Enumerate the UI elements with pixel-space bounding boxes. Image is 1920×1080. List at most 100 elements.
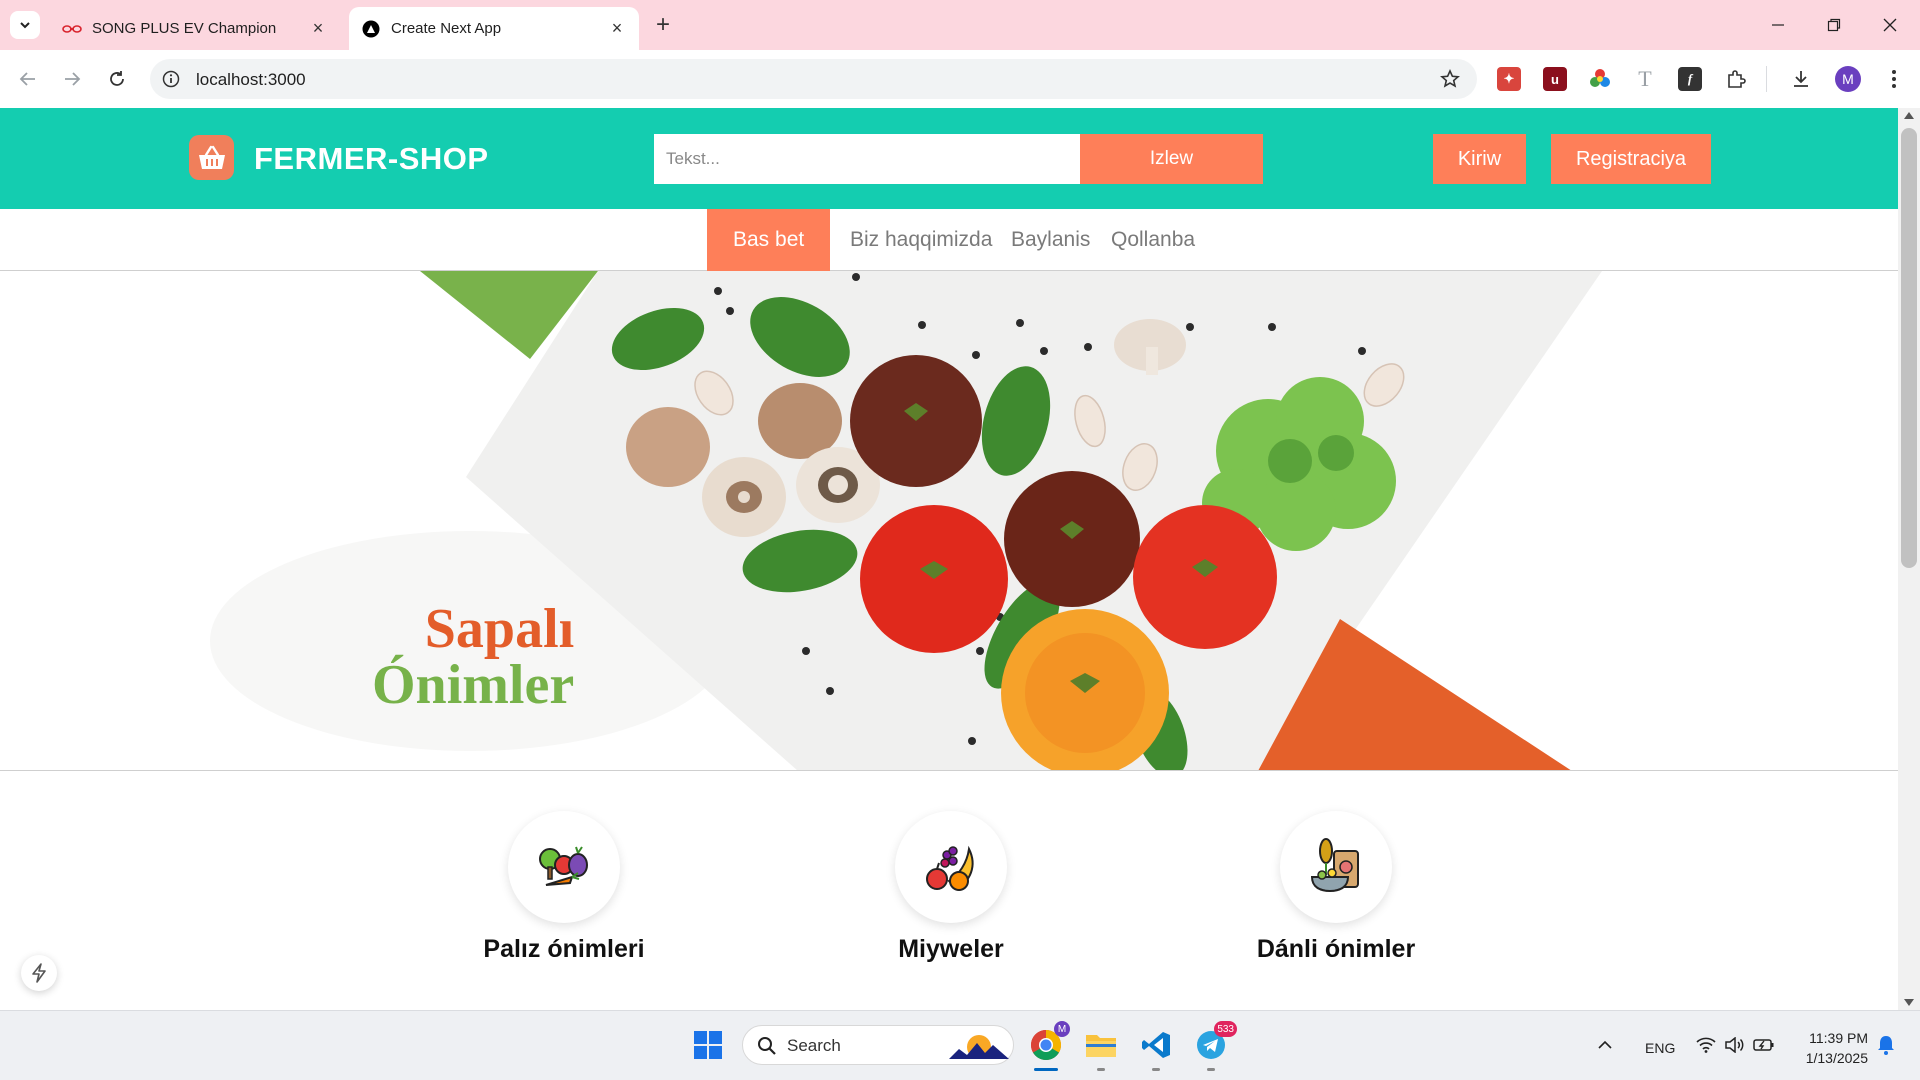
taskbar-search-label: Search [787,1036,841,1055]
search-icon [758,1037,776,1055]
telegram-unread-badge: 533 [1214,1021,1237,1037]
nextjs-dev-indicator[interactable] [21,955,57,991]
hero-title: Sapalı Ónimler [372,601,574,713]
tab-search-button[interactable] [10,11,40,39]
ublock-shield-icon[interactable]: u [1543,67,1567,91]
show-hidden-icons-button[interactable] [1590,1025,1620,1065]
running-app-indicator [1097,1068,1105,1071]
clock-date[interactable]: 1/13/2025 [1796,1050,1868,1066]
tab-title: SONG PLUS EV Champion [92,20,277,37]
wifi-icon[interactable] [1695,1025,1717,1065]
close-tab-icon[interactable]: × [308,18,328,39]
nav-home[interactable]: Bas bet [707,209,831,271]
restore-icon [1827,18,1841,32]
browser-tab-strip: SONG PLUS EV Champion × Create Next App … [0,0,1920,50]
bookmark-star-icon[interactable] [1439,68,1461,90]
chevron-down-icon [20,22,30,29]
hero-title-line1: Sapalı [424,598,575,660]
page-scrollbar[interactable] [1898,108,1920,1010]
vegetables-icon [539,846,588,886]
site-header: FERMER-SHOP Izlew Kiriw Registraciya [0,108,1898,209]
active-app-indicator [1034,1068,1058,1071]
site-info-icon[interactable] [160,68,182,90]
chevron-up-icon [1598,1040,1612,1049]
category-label: Palız ónimleri [483,935,645,963]
restore-button[interactable] [1806,8,1862,42]
url-text: localhost:3000 [196,70,306,89]
taskbar-vscode[interactable] [1136,1025,1176,1071]
category-label: Dánli ónimler [1256,935,1416,963]
category-fruits[interactable]: Miyweler [831,811,1071,964]
toolbar-divider [1766,66,1767,92]
language-indicator[interactable]: ENG [1645,1040,1675,1056]
scroll-down-arrow-icon[interactable] [1904,999,1914,1006]
text-extension-icon[interactable]: T [1633,66,1657,91]
weather-sunset-icon [949,1035,1009,1059]
category-vegetables[interactable]: Palız ónimleri [444,811,684,964]
running-app-indicator [1207,1068,1215,1071]
reload-button[interactable] [102,64,132,94]
tab-title: Create Next App [391,20,502,37]
close-tab-icon[interactable]: × [607,18,627,39]
running-app-indicator [1152,1068,1160,1071]
extension-puzzle-red-icon[interactable]: ✦ [1497,67,1521,91]
chrome-profile-badge: M [1054,1021,1070,1037]
login-button[interactable]: Kiriw [1433,134,1526,184]
menu-kebab-icon[interactable] [1882,67,1906,91]
search-input[interactable] [654,134,1080,184]
grains-icon [1310,838,1359,893]
download-icon[interactable] [1789,67,1813,91]
category-label: Miyweler [898,935,1004,963]
nav-guide[interactable]: Qollanba [1111,209,1195,271]
profile-avatar[interactable]: M [1835,66,1861,92]
search-button[interactable]: Izlew [1080,134,1263,184]
byd-logo-icon [62,19,82,39]
new-tab-button[interactable]: + [650,11,676,38]
nav-contact[interactable]: Baylanis [1011,209,1090,271]
page-viewport: FERMER-SHOP Izlew Kiriw Registraciya Bas… [0,108,1898,1010]
minimize-icon [1772,24,1784,26]
site-logo-text[interactable]: FERMER-SHOP [254,141,489,177]
extensions-puzzle-icon[interactable] [1724,67,1748,91]
hero-title-line2: Ónimler [372,654,575,716]
tab-create-next-app[interactable]: Create Next App × [349,7,639,50]
close-icon [1883,18,1897,32]
hero-banner: Sapalı Ónimler [0,271,1898,771]
main-nav: Bas bet Biz haqqimizda Baylanis Qollanba [0,209,1898,271]
taskbar-search[interactable]: Search [742,1025,1014,1065]
scroll-up-arrow-icon[interactable] [1904,112,1914,119]
font-finder-icon[interactable]: f [1678,67,1702,91]
address-bar[interactable]: localhost:3000 [150,59,1477,99]
nav-about[interactable]: Biz haqqimizda [850,209,992,271]
taskbar-chrome[interactable]: M [1026,1021,1070,1071]
fruits-icon [926,845,974,891]
taskbar-file-explorer[interactable] [1081,1025,1121,1071]
taskbar-telegram[interactable]: 533 [1191,1021,1237,1071]
category-icon-circle [895,811,1007,923]
battery-icon[interactable] [1753,1025,1775,1065]
vscode-icon [1142,1032,1170,1058]
reload-icon [110,71,124,86]
scroll-thumb[interactable] [1901,128,1917,568]
register-button[interactable]: Registraciya [1551,134,1711,184]
close-window-button[interactable] [1862,8,1918,42]
notification-bell-icon[interactable] [1874,1025,1898,1065]
minimize-button[interactable] [1750,8,1806,42]
forward-button[interactable] [57,64,87,94]
windows-taskbar: Search M 533 ENG 11:39 PM 1/13/2025 [0,1010,1920,1080]
hero-vegetables-image [210,271,1602,770]
category-grains[interactable]: Dánli ónimler [1216,811,1456,964]
windows-logo-icon [694,1031,722,1059]
lightning-icon [32,963,46,983]
arrow-right-icon [65,72,81,86]
clock-time[interactable]: 11:39 PM [1803,1030,1868,1046]
tab-song-plus[interactable]: SONG PLUS EV Champion × [50,7,340,50]
category-icon-circle [1280,811,1392,923]
volume-icon[interactable] [1724,1025,1746,1065]
browser-toolbar: localhost:3000 ✦ u T f M [0,50,1920,108]
back-button[interactable] [13,64,43,94]
start-button[interactable] [688,1025,728,1065]
color-picker-icon[interactable] [1588,67,1612,91]
category-section: Palız ónimleri Miyweler Dánli ónimler [0,771,1898,1010]
basket-logo-icon[interactable] [189,135,234,180]
